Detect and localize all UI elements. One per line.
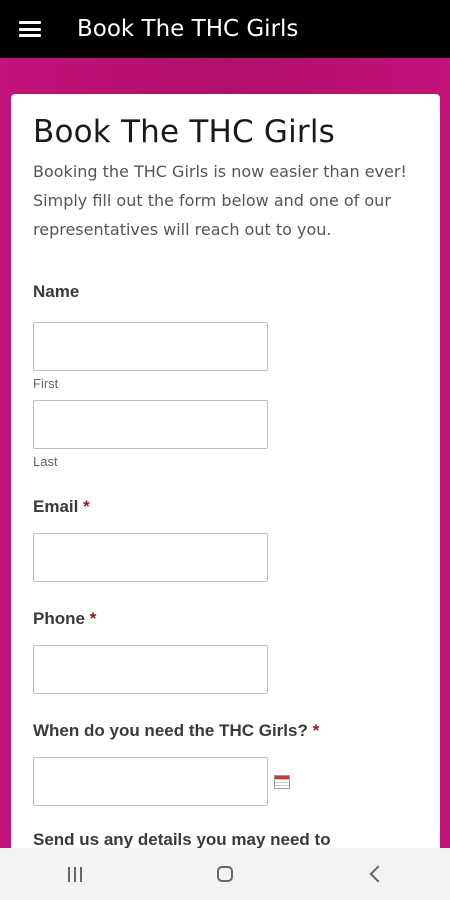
email-label-text: Email [33,497,79,516]
details-label: Send us any details you may need to [33,830,331,849]
form-card: Book The THC Girls Booking the THC Girls… [11,94,440,854]
back-button[interactable] [355,859,395,889]
required-asterisk: * [312,721,320,740]
calendar-icon[interactable] [274,774,290,789]
system-nav-bar [0,848,450,900]
last-name-input[interactable] [33,400,268,449]
menu-icon[interactable] [19,21,41,37]
required-asterisk: * [89,609,97,628]
phone-label: Phone * [33,609,418,629]
recent-apps-button[interactable] [55,859,95,889]
required-asterisk: * [83,497,90,516]
phone-field[interactable] [33,645,268,694]
last-name-sublabel: Last [33,454,58,469]
home-icon [217,866,233,882]
first-name-input[interactable] [33,322,268,371]
email-field[interactable] [33,533,268,582]
recent-apps-icon [68,866,82,882]
app-title: Book The THC Girls [77,16,299,42]
date-label: When do you need the THC Girls? * [33,721,418,741]
back-icon [369,865,387,883]
name-label: Name [33,282,80,301]
form-title: Book The THC Girls [33,114,336,150]
app-bar: Book The THC Girls [0,0,450,58]
email-label: Email * [33,497,418,517]
phone-label-text: Phone [33,609,85,628]
date-label-text: When do you need the THC Girls? [33,721,308,740]
date-row [33,741,418,806]
date-field[interactable] [33,757,268,806]
first-name-sublabel: First [33,376,59,391]
home-button[interactable] [205,859,245,889]
form-description: Booking the THC Girls is now easier than… [33,162,407,239]
